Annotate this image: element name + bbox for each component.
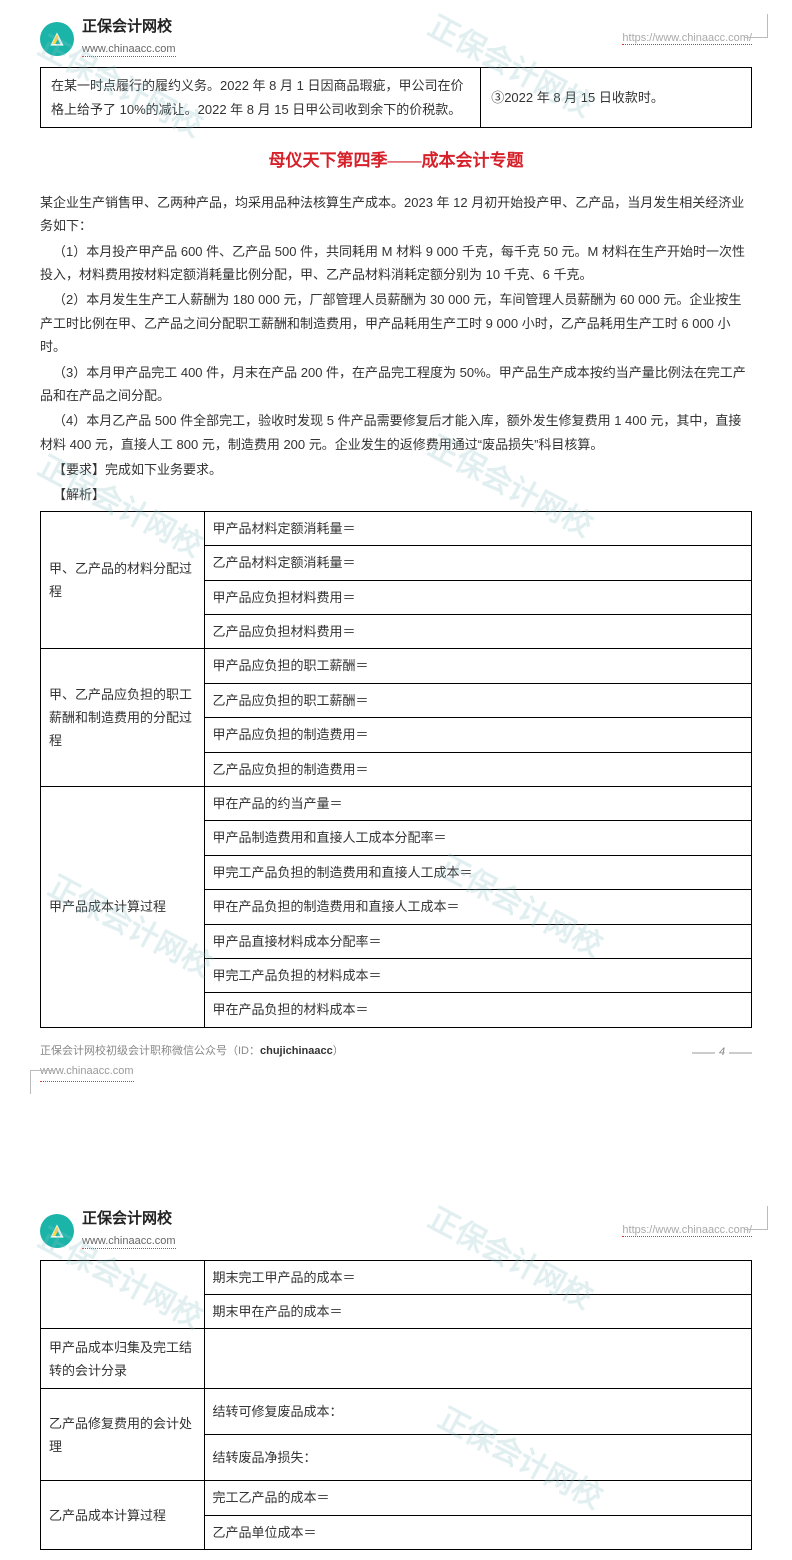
corner-decoration <box>744 14 768 38</box>
table-cell: 乙产品应负担材料费用＝ <box>204 615 751 649</box>
table-cell: 乙产品材料定额消耗量＝ <box>204 546 751 580</box>
paragraph-item-2: （2）本月发生生产工人薪酬为 180 000 元，厂部管理人员薪酬为 30 00… <box>40 288 752 358</box>
brand-text: 正保会计网校 www.chinaacc.com <box>82 18 176 59</box>
table-cell: 甲产品材料定额消耗量＝ <box>204 511 751 545</box>
table-cell: 甲在产品负担的制造费用和直接人工成本＝ <box>204 890 751 924</box>
table-cell: 期末甲在产品的成本＝ <box>204 1295 751 1329</box>
header-url: https://www.chinaacc.com/ <box>622 29 752 49</box>
brand-name-en: www.chinaacc.com <box>82 1235 176 1249</box>
corner-decoration <box>744 1206 768 1230</box>
brand-text: 正保会计网校 www.chinaacc.com <box>82 1210 176 1251</box>
table-cell: 甲产品直接材料成本分配率＝ <box>204 924 751 958</box>
brand-name-cn: 正保会计网校 <box>82 1210 176 1228</box>
page-4: 正保会计网校 正保会计网校 正保会计网校 正保会计网校 正保会计网校 正保会计网… <box>0 0 792 1112</box>
problem-body: 某企业生产销售甲、乙两种产品，均采用品种法核算生产成本。2023 年 12 月初… <box>40 191 752 507</box>
section-title: 母仪天下第四季——成本会计专题 <box>40 146 752 177</box>
brand-logo-icon <box>40 1214 74 1248</box>
intro-box-left: 在某一时点履行的履约义务。2022 年 8 月 1 日因商品瑕疵，甲公司在价格上… <box>41 68 481 127</box>
table-cell <box>204 1329 751 1389</box>
table-cell: 乙产品应负担的制造费用＝ <box>204 752 751 786</box>
intro-box: 在某一时点履行的履约义务。2022 年 8 月 1 日因商品瑕疵，甲公司在价格上… <box>40 67 752 128</box>
analysis-table-1: 甲、乙产品的材料分配过程 甲产品材料定额消耗量＝ 乙产品材料定额消耗量＝ 甲产品… <box>40 511 752 1028</box>
page-header: 正保会计网校 www.chinaacc.com https://www.chin… <box>40 1210 752 1251</box>
brand: 正保会计网校 www.chinaacc.com <box>40 18 176 59</box>
header-url: https://www.chinaacc.com/ <box>622 1221 752 1241</box>
page-gap <box>0 1112 792 1192</box>
table-cell: 甲完工产品负担的材料成本＝ <box>204 958 751 992</box>
paragraph-item-3: （3）本月甲产品完工 400 件，月末在产品 200 件，在产品完工程度为 50… <box>40 361 752 408</box>
intro-box-right: ③2022 年 8 月 15 日收款时。 <box>481 68 751 127</box>
table-row-label: 甲产品成本归集及完工结转的会计分录 <box>41 1329 205 1389</box>
footer-prefix: 正保会计网校初级会计职称微信公众号（ID： <box>40 1045 260 1057</box>
brand-name-cn: 正保会计网校 <box>82 18 176 36</box>
table-row-label: 甲、乙产品的材料分配过程 <box>41 511 205 649</box>
table-cell: 期末完工甲产品的成本＝ <box>204 1260 751 1294</box>
table-cell: 甲在产品的约当产量＝ <box>204 786 751 820</box>
paragraph-analysis: 【解析】 <box>40 483 752 506</box>
paragraph-requirement: 【要求】完成如下业务要求。 <box>40 458 752 481</box>
header-url-link[interactable]: https://www.chinaacc.com/ <box>622 1224 752 1237</box>
table-cell: 甲在产品负担的材料成本＝ <box>204 993 751 1027</box>
header-url-link[interactable]: https://www.chinaacc.com/ <box>622 32 752 45</box>
table-cell: 结转废品净损失： <box>204 1435 751 1481</box>
brand-logo-icon <box>40 22 74 56</box>
table-cell: 甲产品应负担的制造费用＝ <box>204 718 751 752</box>
paragraph-item-1: （1）本月投产甲产品 600 件、乙产品 500 件，共同耗用 M 材料 9 0… <box>40 240 752 287</box>
page-number: 4 <box>692 1042 752 1064</box>
analysis-table-2: 期末完工甲产品的成本＝ 期末甲在产品的成本＝ 甲产品成本归集及完工结转的会计分录… <box>40 1260 752 1551</box>
page-5: 正保会计网校 正保会计网校 正保会计网校 正保会计网校 www.chinaacc… <box>0 1192 792 1560</box>
brand-name-en: www.chinaacc.com <box>82 43 176 57</box>
page-footer: 正保会计网校初级会计职称微信公众号（ID：chujichinaacc） www.… <box>40 1042 752 1083</box>
table-cell: 结转可修复废品成本： <box>204 1389 751 1435</box>
table-row-label: 乙产品成本计算过程 <box>41 1481 205 1550</box>
table-row-label: 甲产品成本计算过程 <box>41 786 205 1027</box>
footer-wechat-id: chujichinaacc <box>260 1045 333 1057</box>
table-cell: 甲完工产品负担的制造费用和直接人工成本＝ <box>204 855 751 889</box>
table-cell: 甲产品应负担材料费用＝ <box>204 580 751 614</box>
footer-text: 正保会计网校初级会计职称微信公众号（ID：chujichinaacc） www.… <box>40 1042 344 1083</box>
paragraph-item-4: （4）本月乙产品 500 件全部完工，验收时发现 5 件产品需要修复后才能入库，… <box>40 409 752 456</box>
table-row-label: 甲、乙产品应负担的职工薪酬和制造费用的分配过程 <box>41 649 205 787</box>
table-cell: 乙产品单位成本＝ <box>204 1515 751 1549</box>
footer-url[interactable]: www.chinaacc.com <box>40 1062 134 1083</box>
table-cell: 完工乙产品的成本＝ <box>204 1481 751 1515</box>
corner-decoration <box>30 1070 54 1094</box>
table-row-label: 乙产品修复费用的会计处理 <box>41 1389 205 1481</box>
table-cell: 乙产品应负担的职工薪酬＝ <box>204 683 751 717</box>
table-cell: 甲产品应负担的职工薪酬＝ <box>204 649 751 683</box>
table-row-label <box>41 1260 205 1329</box>
footer-suffix: ） <box>333 1045 344 1057</box>
paragraph-intro: 某企业生产销售甲、乙两种产品，均采用品种法核算生产成本。2023 年 12 月初… <box>40 191 752 238</box>
table-cell: 甲产品制造费用和直接人工成本分配率＝ <box>204 821 751 855</box>
page-number-value: 4 <box>715 1046 729 1058</box>
brand: 正保会计网校 www.chinaacc.com <box>40 1210 176 1251</box>
page-header: 正保会计网校 www.chinaacc.com https://www.chin… <box>40 18 752 59</box>
